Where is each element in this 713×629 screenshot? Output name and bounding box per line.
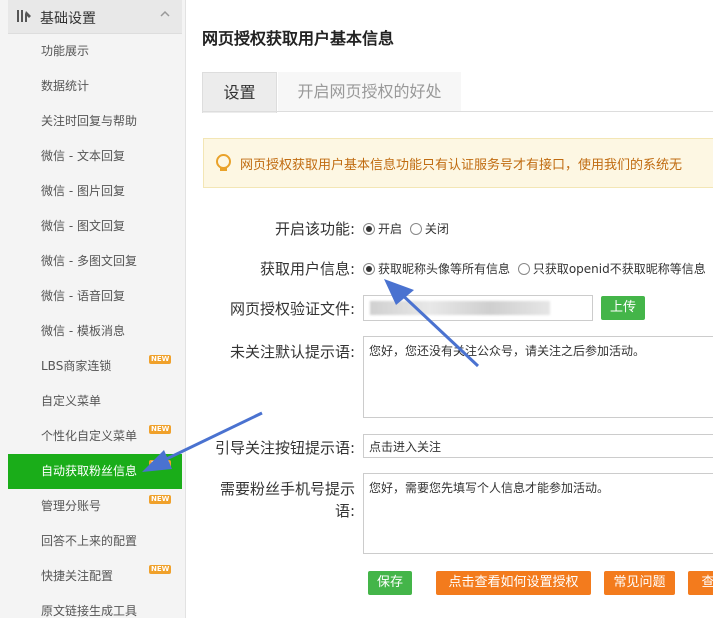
tools-icon bbox=[16, 9, 32, 27]
sidebar-item-label: 自动获取粉丝信息 bbox=[41, 464, 138, 478]
sidebar-item[interactable]: 自定义菜单 bbox=[8, 384, 182, 419]
default-prompt-label: 未关注默认提示语: bbox=[229, 343, 355, 361]
sidebar-item[interactable]: 微信 - 语音回复 bbox=[8, 279, 182, 314]
sidebar-menu: 功能展示数据统计关注时回复与帮助 微信 - 文本回复 微信 - 图片回复 微信 - 图… bbox=[8, 34, 182, 629]
sidebar-item-label: 原文链接生成工具 bbox=[41, 604, 138, 618]
info-all-radio[interactable] bbox=[363, 262, 375, 275]
save-button[interactable]: 保存 bbox=[368, 571, 412, 595]
sidebar: 基础设置 功能展示数据统计关注时回复与帮助 微信 - 文本回复 微信 - 图片回复微… bbox=[0, 0, 186, 618]
sidebar-item[interactable]: 管理分账号 NEW bbox=[8, 489, 182, 524]
sidebar-item[interactable]: 个性化自定义菜单 NEW bbox=[8, 419, 182, 454]
sidebar-section-title: 基础设置 bbox=[40, 11, 96, 27]
sidebar-item-label: 关注时回复与帮助 bbox=[41, 114, 138, 128]
sidebar-item[interactable]: 关注时回复与帮助 bbox=[8, 104, 182, 139]
info-openid-label[interactable]: 只获取openid不获取昵称等信息 bbox=[533, 262, 706, 276]
verification-file-input[interactable] bbox=[363, 295, 593, 321]
lightbulb-icon bbox=[216, 154, 231, 171]
phone-label-line2: 语: bbox=[334, 502, 355, 520]
sidebar-item[interactable]: 微信 - 模板消息 bbox=[8, 314, 182, 349]
info-label: 获取用户信息: bbox=[259, 260, 355, 278]
faq-button[interactable]: 常见问题 bbox=[604, 571, 675, 595]
sidebar-item-label: 微信 - 图文回复 bbox=[41, 219, 125, 233]
enable-off-label[interactable]: 关闭 bbox=[425, 222, 449, 236]
notice-banner: 网页授权获取用户基本信息功能只有认证服务号才有接口，使用我们的系统无 bbox=[203, 138, 713, 188]
sidebar-item-label: 自定义菜单 bbox=[41, 394, 102, 408]
phone-prompt-textarea[interactable]: 您好，需要您先填写个人信息才能参加活动。 bbox=[363, 473, 713, 554]
enable-off-radio[interactable] bbox=[409, 222, 422, 235]
chevron-up-icon[interactable] bbox=[160, 7, 170, 21]
sidebar-item-label: 个性化自定义菜单 bbox=[41, 429, 138, 443]
enable-label: 开启该功能: bbox=[274, 220, 355, 238]
sidebar-item-label: 微信 - 文本回复 bbox=[41, 149, 125, 163]
how-to-button[interactable]: 点击查看如何设置授权 bbox=[436, 571, 591, 595]
sidebar-section-header[interactable]: 基础设置 bbox=[8, 0, 182, 34]
sidebar-item[interactable]: 自动获取粉丝信息 NEW bbox=[8, 454, 182, 489]
enable-on-label[interactable]: 开启 bbox=[378, 222, 402, 236]
info-openid-radio[interactable] bbox=[517, 262, 530, 275]
sidebar-item[interactable]: 微信 - 多图文回复 bbox=[8, 244, 182, 279]
sidebar-item-label: 微信 - 模板消息 bbox=[41, 324, 125, 338]
default-prompt-textarea[interactable]: 您好，您还没有关注公众号，请关注之后参加活动。 bbox=[363, 336, 713, 418]
sidebar-item[interactable]: 原文链接生成工具 bbox=[8, 594, 182, 629]
sidebar-item[interactable]: 回答不上来的配置 bbox=[8, 524, 182, 559]
sidebar-item[interactable]: 快捷关注配置 NEW bbox=[8, 559, 182, 594]
sidebar-item-label: 功能展示 bbox=[41, 44, 90, 58]
sidebar-item-label: LBS商家连锁 bbox=[41, 359, 112, 373]
tab-benefits[interactable]: 开启网页授权的好处 bbox=[278, 72, 461, 112]
tab-settings[interactable]: 设置 bbox=[202, 72, 277, 113]
sidebar-item[interactable]: 微信 - 图文回复 bbox=[8, 209, 182, 244]
more-button[interactable]: 查 bbox=[688, 571, 713, 595]
guide-text-input[interactable]: 点击进入关注 bbox=[363, 434, 713, 458]
new-badge: NEW bbox=[149, 495, 172, 504]
sidebar-item[interactable]: LBS商家连锁 NEW bbox=[8, 349, 182, 384]
redacted-filename bbox=[370, 301, 550, 315]
guide-label: 引导关注按钮提示语: bbox=[214, 439, 355, 457]
tab-divider bbox=[202, 111, 713, 112]
sidebar-item-label: 微信 - 图片回复 bbox=[41, 184, 125, 198]
enable-on-radio[interactable] bbox=[363, 222, 375, 235]
info-radio-group: 获取昵称头像等所有信息 只获取openid不获取昵称等信息 bbox=[363, 260, 710, 277]
main-content: 网页授权获取用户基本信息 设置 开启网页授权的好处 网页授权获取用户基本信息功能… bbox=[185, 0, 713, 618]
sidebar-item[interactable]: 微信 - 文本回复 bbox=[8, 139, 182, 174]
upload-button[interactable]: 上传 bbox=[601, 296, 645, 320]
sidebar-item-label: 快捷关注配置 bbox=[41, 569, 114, 583]
file-label: 网页授权验证文件: bbox=[229, 300, 355, 318]
new-badge: NEW bbox=[149, 355, 172, 364]
page-title: 网页授权获取用户基本信息 bbox=[202, 29, 395, 48]
sidebar-item[interactable]: 数据统计 bbox=[8, 69, 182, 104]
notice-text: 网页授权获取用户基本信息功能只有认证服务号才有接口，使用我们的系统无 bbox=[240, 158, 683, 173]
sidebar-item-label: 管理分账号 bbox=[41, 499, 102, 513]
sidebar-item[interactable]: 微信 - 图片回复 bbox=[8, 174, 182, 209]
sidebar-item[interactable]: 功能展示 bbox=[8, 34, 182, 69]
new-badge: NEW bbox=[149, 460, 172, 469]
new-badge: NEW bbox=[149, 565, 172, 574]
new-badge: NEW bbox=[149, 425, 172, 434]
info-all-label[interactable]: 获取昵称头像等所有信息 bbox=[378, 262, 510, 276]
sidebar-item-label: 回答不上来的配置 bbox=[41, 534, 138, 548]
sidebar-item-label: 数据统计 bbox=[41, 79, 90, 93]
sidebar-item-label: 微信 - 语音回复 bbox=[41, 289, 125, 303]
phone-label-line1: 需要粉丝手机号提示 bbox=[219, 480, 355, 498]
enable-radio-group: 开启 关闭 bbox=[363, 220, 453, 237]
sidebar-item-label: 微信 - 多图文回复 bbox=[41, 254, 137, 268]
